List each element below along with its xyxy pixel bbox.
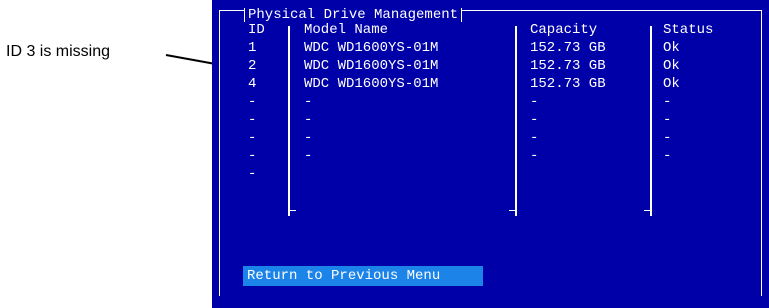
- table-cell-status: Ok: [663, 76, 680, 92]
- table-cell-model: -: [304, 130, 313, 146]
- table-cell-status: -: [663, 112, 672, 128]
- divider-tick: [509, 210, 515, 211]
- column-divider: [650, 26, 652, 216]
- table-cell-capacity: 152.73 GB: [530, 40, 606, 56]
- annotation-arrow: [165, 54, 236, 71]
- column-header-model: Model Name: [304, 22, 389, 38]
- table-cell-id: 2: [248, 58, 257, 74]
- table-cell-model: WDC WD1600YS-01M: [304, 40, 439, 56]
- table-cell-model: -: [304, 94, 313, 110]
- table-cell-model: WDC WD1600YS-01M: [304, 58, 439, 74]
- table-cell-status: Ok: [663, 40, 680, 56]
- column-header-capacity: Capacity: [530, 22, 598, 38]
- table-cell-capacity: 152.73 GB: [530, 76, 606, 92]
- table-cell-id: -: [248, 166, 257, 182]
- table-cell-id: 4: [248, 76, 257, 92]
- table-cell-id: -: [248, 112, 257, 128]
- table-cell-id: -: [248, 148, 257, 164]
- table-cell-status: -: [663, 130, 672, 146]
- table-cell-model: WDC WD1600YS-01M: [304, 76, 439, 92]
- table-cell-status: -: [663, 148, 672, 164]
- table-cell-capacity: 152.73 GB: [530, 58, 606, 74]
- table-cell-status: -: [663, 94, 672, 110]
- table-cell-capacity: -: [530, 148, 539, 164]
- table-cell-capacity: -: [530, 94, 539, 110]
- window-title: Physical Drive Management: [244, 8, 463, 22]
- table-cell-id: -: [248, 94, 257, 110]
- window-frame: [219, 10, 762, 296]
- column-divider: [288, 26, 290, 216]
- table-cell-status: Ok: [663, 58, 680, 74]
- table-cell-id: -: [248, 130, 257, 146]
- column-header-status: Status: [663, 22, 714, 38]
- table-cell-model: -: [304, 112, 313, 128]
- return-to-previous-menu-button[interactable]: Return to Previous Menu: [243, 266, 483, 286]
- table-cell-capacity: -: [530, 112, 539, 128]
- table-cell-id: 1: [248, 40, 257, 56]
- divider-tick: [644, 210, 650, 211]
- table-cell-capacity: -: [530, 130, 539, 146]
- table-cell-model: -: [304, 148, 313, 164]
- column-divider: [515, 26, 517, 216]
- column-header-id: ID: [248, 22, 265, 38]
- bios-screen: Physical Drive Management ID Model Name …: [212, 0, 769, 308]
- divider-tick: [290, 210, 296, 211]
